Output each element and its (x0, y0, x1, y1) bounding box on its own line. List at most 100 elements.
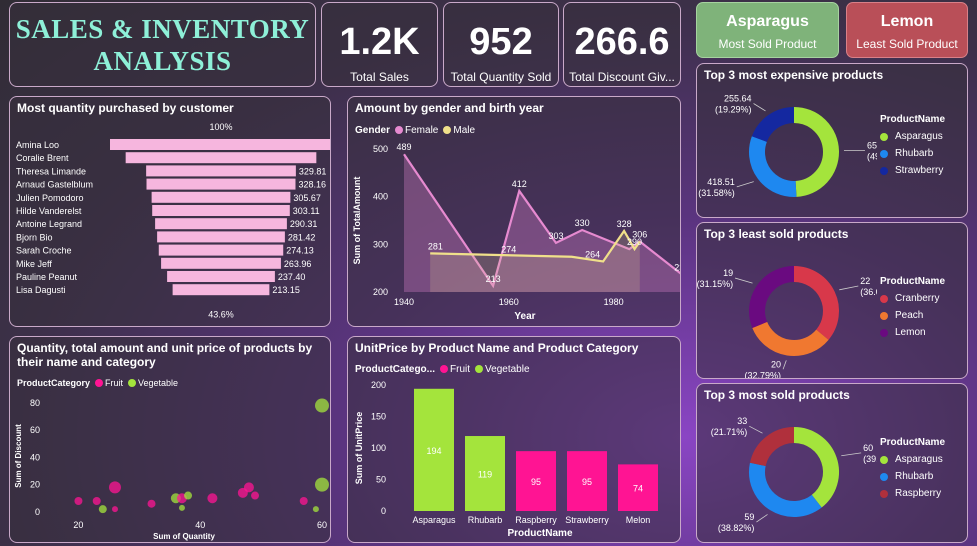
legend-label: Rhubarb (895, 471, 934, 482)
x-tick-label: 1980 (604, 297, 624, 307)
fruit-dot-icon (95, 379, 104, 387)
donut-slice (749, 427, 795, 467)
unitprice-panel[interactable]: UnitPrice by Product Name and Product Ca… (347, 336, 681, 543)
least-sold-name: Lemon (880, 13, 934, 30)
legend-dot-icon (880, 472, 888, 481)
slice-value-label: 20 (771, 359, 781, 369)
y-tick-label: 200 (373, 287, 388, 297)
legend-title: ProductName (880, 114, 946, 125)
legend-dot-icon (880, 294, 888, 303)
scatter-point (98, 505, 107, 514)
legend-item-vegetable[interactable]: Vegetable (128, 378, 178, 388)
x-tick-label: Asparagus (412, 515, 456, 525)
funnel-bar (146, 165, 296, 177)
kpi-value: 1.2K (339, 21, 420, 63)
title-line-1: SALES & INVENTORY (15, 14, 310, 44)
title-panel: SALES & INVENTORY ANALYSIS (9, 2, 316, 87)
mostsold-donut-chart: 60(39.47%) 59(38.82%) 33(21.71%) (711, 416, 877, 533)
legend-item-vegetable[interactable]: Vegetable (475, 364, 530, 375)
x-tick-label: Melon (626, 515, 651, 525)
scatter-point (178, 504, 185, 511)
scatter-point (207, 493, 218, 504)
funnel-value-label: 237.40 (278, 272, 306, 282)
donut-slice (793, 427, 839, 508)
x-tick-label: 1940 (394, 297, 414, 307)
legend-item-male[interactable]: Male (443, 125, 475, 136)
funnel-customer-label: Hilde Vanderelst (16, 206, 82, 216)
legend-item[interactable]: Peach (880, 310, 945, 321)
funnel-customer-label: Theresa Limande (16, 166, 86, 176)
funnel-value-label: 290.31 (290, 219, 318, 229)
scatter-point (251, 491, 260, 500)
category-legend: ProductCatego... Fruit Vegetable (355, 364, 530, 375)
legend-item-fruit[interactable]: Fruit (95, 378, 123, 388)
slice-pct-label: (19.29%) (715, 105, 752, 115)
gender-year-panel[interactable]: Amount by gender and birth year Gender F… (347, 96, 681, 327)
legend-label: Asparagus (895, 131, 943, 142)
x-tick-label: Raspberry (515, 515, 557, 525)
scatter-point (184, 491, 193, 500)
x-axis-title: Sum of Quantity (153, 532, 215, 541)
funnel-customer-label: Julien Pomodoro (16, 193, 84, 203)
legend-item[interactable]: Asparagus (880, 454, 945, 465)
legend-item[interactable]: Asparagus (880, 131, 945, 142)
least-donut-panel[interactable]: Top 3 least sold products 22(36.07%)20(3… (696, 222, 968, 379)
mostsold-donut-panel[interactable]: Top 3 most sold products 60(39.47%) 59(38… (696, 383, 968, 543)
least-sold-label: Least Sold Product (856, 37, 958, 51)
legend-item[interactable]: Rhubarb (880, 471, 945, 482)
y-tick-label: 20 (30, 480, 40, 490)
panel-title: Top 3 most sold products (704, 388, 850, 402)
kpi-total-sales[interactable]: 1.2K Total Sales (321, 2, 438, 87)
legend-item[interactable]: Lemon (880, 327, 945, 338)
legend-item[interactable]: Strawberry (880, 165, 945, 176)
legend-item[interactable]: Cranberry (880, 293, 945, 304)
bar-value-label: 74 (633, 484, 643, 494)
scatter-point (315, 398, 329, 413)
bar-value-label: 95 (531, 477, 541, 487)
funnel-bar (155, 218, 287, 230)
legend-label: Fruit (105, 378, 124, 388)
legend-item[interactable]: Raspberry (880, 488, 945, 499)
legend-title: ProductCatego... (355, 364, 436, 375)
legend-item-female[interactable]: Female (395, 125, 438, 136)
legend-dot-icon (880, 489, 888, 498)
expensive-donut-chart: 651.05(49.13%) 418.51(31.58%) 255.64(19.29… (698, 94, 877, 198)
x-tick-label: 20 (73, 520, 83, 530)
legend-item-fruit[interactable]: Fruit (440, 364, 470, 375)
slice-value-label: 255.64 (724, 94, 752, 104)
y-tick-label: 300 (373, 239, 388, 249)
y-tick-label: 60 (30, 425, 40, 435)
male-dot-icon (443, 126, 452, 134)
donut-slice (749, 462, 822, 517)
funnel-top-pct: 100% (209, 122, 232, 132)
slice-value-label: 418.51 (707, 177, 735, 187)
x-tick-label: Strawberry (565, 515, 609, 525)
data-label: 306 (632, 229, 647, 239)
donut-slice (749, 266, 795, 328)
least-sold-badge[interactable]: Lemon Least Sold Product (846, 2, 968, 58)
donut-slice (751, 107, 795, 143)
expensive-legend: ProductName Asparagus Rhubarb Strawberry (880, 114, 945, 182)
scatter-point (312, 506, 319, 513)
legend-label: Male (453, 125, 476, 136)
customer-funnel-panel[interactable]: Most quantity purchased by customer 100%… (9, 96, 331, 327)
kpi-total-discount[interactable]: 266.6 Total Discount Giv... (563, 2, 681, 87)
leader-line (736, 181, 754, 188)
slice-value-label: 22 (860, 276, 870, 286)
kpi-total-quantity[interactable]: 952 Total Quantity Sold (443, 2, 559, 87)
slice-pct-label: (21.71%) (711, 427, 748, 437)
legend-title: ProductCategory (17, 378, 91, 388)
slice-pct-label: (32.79%) (745, 370, 782, 378)
funnel-customer-label: Arnaud Gastelblum (16, 180, 93, 190)
slice-pct-label: (31.15%) (697, 279, 733, 289)
most-sold-badge[interactable]: Asparagus Most Sold Product (696, 2, 839, 58)
expensive-donut-panel[interactable]: Top 3 most expensive products 651.05(49.… (696, 63, 968, 218)
funnel-bar (152, 205, 290, 216)
customer-funnel-chart: 100% Amina Loo Coralie Brent Theresa Limand… (16, 122, 330, 319)
x-axis-title: Year (514, 311, 535, 322)
panel-title: Amount by gender and birth year (355, 101, 544, 115)
data-label: 412 (512, 179, 527, 189)
scatter-panel[interactable]: Quantity, total amount and unit price of… (9, 336, 331, 543)
legend-item[interactable]: Rhubarb (880, 148, 945, 159)
legend-dot-icon (880, 311, 888, 320)
